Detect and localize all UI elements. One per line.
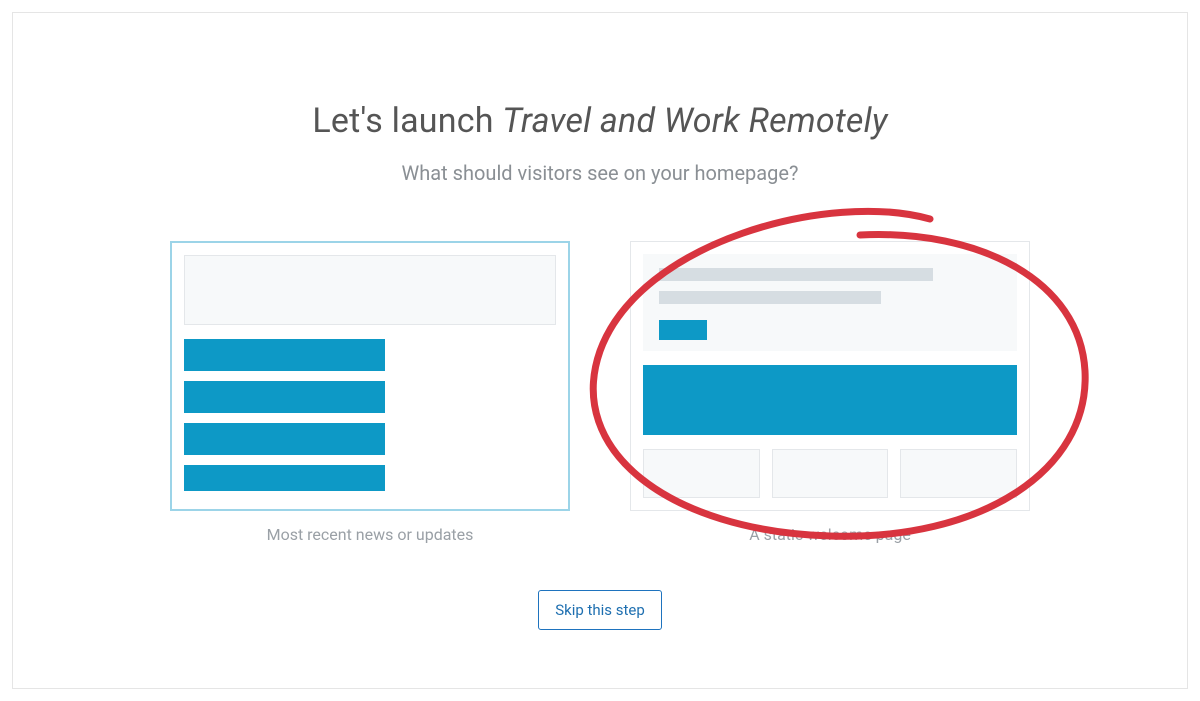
skip-wrap: Skip this step: [538, 590, 662, 630]
preview-banner-block: [643, 365, 1017, 435]
page-title: Let's launch Travel and Work Remotely: [312, 101, 887, 141]
option-blog-caption: Most recent news or updates: [267, 525, 474, 544]
preview-card: [772, 449, 889, 498]
preview-post-bar: [184, 465, 385, 491]
site-name: Travel and Work Remotely: [502, 101, 887, 141]
preview-text-line: [659, 268, 933, 281]
title-prefix: Let's launch: [312, 101, 502, 141]
preview-card-row: [643, 449, 1017, 498]
setup-panel: Let's launch Travel and Work Remotely Wh…: [12, 12, 1188, 689]
preview-card: [643, 449, 760, 498]
preview-cta-stub: [659, 320, 707, 340]
page-subtitle: What should visitors see on your homepag…: [402, 161, 799, 185]
preview-post-bar: [184, 423, 385, 455]
homepage-options: Most recent news or updates: [170, 241, 1030, 544]
skip-button[interactable]: Skip this step: [538, 590, 662, 630]
option-blog[interactable]: Most recent news or updates: [170, 241, 570, 544]
preview-card: [900, 449, 1017, 498]
preview-header-placeholder: [184, 255, 556, 325]
preview-post-bars: [184, 339, 385, 497]
option-static-caption: A static welcome page: [749, 525, 911, 544]
option-static-preview: [630, 241, 1030, 511]
option-static[interactable]: A static welcome page: [630, 241, 1030, 544]
preview-text-line: [659, 291, 881, 304]
preview-post-bar: [184, 339, 385, 371]
preview-post-bar: [184, 381, 385, 413]
preview-hero: [643, 254, 1017, 351]
option-blog-preview: [170, 241, 570, 511]
